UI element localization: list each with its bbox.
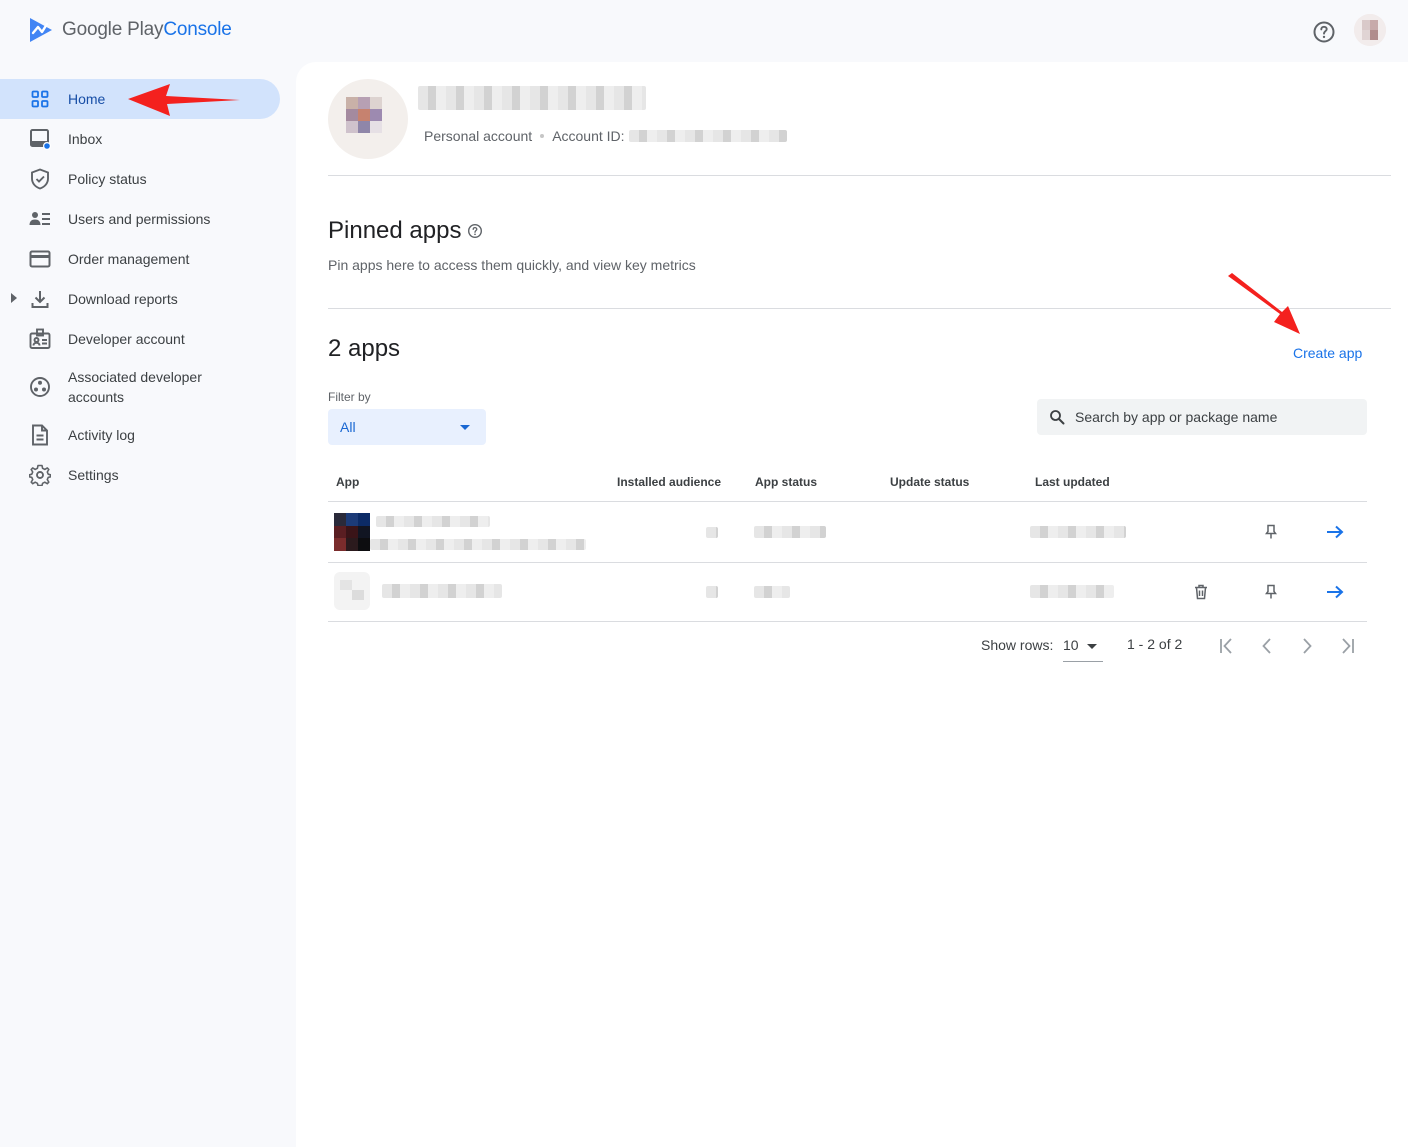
dropdown-arrow-icon	[460, 425, 470, 430]
gear-icon	[28, 463, 52, 487]
pinned-apps-title: Pinned apps	[328, 217, 462, 244]
sidebar-item-users-and-permissions[interactable]: Users and permissions	[0, 199, 296, 239]
account-id-label: Account ID:	[552, 128, 625, 144]
sidebar-nav: Home Inbox Policy status Users and permi…	[0, 79, 296, 495]
sidebar-item-label: Order management	[68, 251, 190, 267]
rows-per-page-select[interactable]: 10	[1063, 632, 1103, 662]
pagination-range: 1 - 2 of 2	[1127, 636, 1183, 652]
column-header-app[interactable]: App	[336, 475, 359, 489]
dashboard-grid-icon	[28, 87, 52, 111]
pinned-divider	[328, 308, 1391, 309]
row-divider	[328, 562, 1367, 563]
last-page-icon[interactable]	[1335, 634, 1359, 658]
sidebar-item-label: Download reports	[68, 291, 178, 307]
sidebar-item-policy-status[interactable]: Policy status	[0, 159, 296, 199]
sidebar-item-developer-account[interactable]: Developer account	[0, 319, 296, 359]
first-page-icon[interactable]	[1215, 634, 1239, 658]
installed-audience-redacted	[706, 527, 718, 538]
next-page-icon[interactable]	[1295, 634, 1319, 658]
document-icon	[28, 423, 52, 447]
sidebar-item-label: Settings	[68, 467, 119, 483]
column-header-update-status[interactable]: Update status	[890, 475, 969, 489]
installed-audience-redacted	[706, 586, 718, 598]
inbox-icon	[28, 127, 52, 151]
previous-page-icon[interactable]	[1255, 634, 1279, 658]
pin-icon[interactable]	[1259, 520, 1283, 544]
column-header-installed-audience[interactable]: Installed audience	[617, 475, 721, 489]
row-divider	[328, 621, 1367, 622]
help-circle-icon[interactable]	[467, 223, 483, 239]
filter-label: Filter by	[328, 390, 371, 404]
last-updated-redacted	[1030, 526, 1126, 538]
sidebar-item-activity-log[interactable]: Activity log	[0, 415, 296, 455]
top-app-bar: Google PlayConsole	[0, 0, 1408, 64]
sidebar-item-inbox[interactable]: Inbox	[0, 119, 296, 159]
pin-icon[interactable]	[1259, 580, 1283, 604]
pinned-apps-subtitle: Pin apps here to access them quickly, an…	[328, 257, 696, 273]
developer-name-redacted	[418, 86, 646, 110]
arrow-right-icon[interactable]	[1323, 520, 1347, 544]
logo-play-text: Play	[127, 19, 164, 40]
id-badge-icon	[28, 327, 52, 351]
app-icon	[334, 572, 370, 610]
search-box[interactable]	[1037, 399, 1367, 435]
download-icon	[28, 287, 52, 311]
header-divider	[328, 501, 1367, 502]
account-type: Personal account	[424, 128, 533, 144]
account-avatar[interactable]	[1354, 14, 1386, 46]
logo-google-text: Google	[62, 19, 123, 40]
app-status-redacted	[754, 586, 790, 598]
logo-console-text: Console	[163, 19, 232, 40]
account-id-redacted	[628, 130, 787, 142]
search-input[interactable]	[1075, 409, 1345, 425]
package-name-redacted	[370, 539, 586, 550]
credit-card-icon	[28, 247, 52, 271]
sidebar-item-label: Policy status	[68, 171, 147, 187]
app-name-redacted	[382, 584, 502, 598]
app-status-redacted	[754, 526, 826, 538]
linked-accounts-icon	[28, 375, 52, 399]
create-app-button[interactable]: Create app	[1293, 345, 1362, 361]
search-icon	[1050, 410, 1065, 425]
developer-avatar	[328, 79, 408, 159]
pinned-apps-heading: Pinned apps	[328, 217, 483, 245]
arrow-right-icon[interactable]	[1323, 580, 1347, 604]
column-header-last-updated[interactable]: Last updated	[1035, 475, 1110, 489]
help-icon[interactable]	[1312, 20, 1336, 44]
dropdown-arrow-icon	[1087, 644, 1097, 649]
app-name-redacted	[376, 516, 490, 527]
app-icon	[334, 513, 370, 551]
sidebar-item-settings[interactable]: Settings	[0, 455, 296, 495]
account-info: Personal account Account ID:	[424, 128, 787, 144]
sidebar-item-order-management[interactable]: Order management	[0, 239, 296, 279]
sidebar-item-label: Home	[68, 91, 106, 107]
main-content: Personal account Account ID: Pinned apps…	[296, 62, 1408, 1147]
sidebar-item-label: Developer account	[68, 331, 185, 347]
sidebar-item-label: Inbox	[68, 131, 103, 147]
apps-count-heading: 2 apps	[328, 335, 401, 362]
rows-per-page-value: 10	[1063, 637, 1079, 653]
last-updated-redacted	[1030, 585, 1114, 598]
sidebar-item-label: Activity log	[68, 427, 135, 443]
google-play-console-logo[interactable]: Google PlayConsole	[28, 16, 232, 44]
show-rows-label: Show rows:	[981, 637, 1054, 653]
sidebar-item-home[interactable]: Home	[0, 79, 280, 119]
shield-check-icon	[28, 167, 52, 191]
delete-icon[interactable]	[1189, 580, 1213, 604]
separator-dot	[540, 134, 545, 138]
profile-divider	[328, 175, 1391, 176]
users-list-icon	[28, 207, 52, 231]
play-console-logo-icon	[30, 18, 52, 42]
filter-dropdown[interactable]: All	[328, 409, 486, 445]
logo-text: Google PlayConsole	[62, 19, 232, 41]
expand-caret-icon[interactable]	[11, 293, 17, 303]
sidebar-item-label: Associated developer accounts	[68, 369, 202, 405]
sidebar-item-download-reports[interactable]: Download reports	[0, 279, 296, 319]
sidebar-item-associated-developer-accounts[interactable]: Associated developer accounts	[0, 359, 296, 415]
filter-selected-value: All	[340, 419, 356, 435]
sidebar-item-label: Users and permissions	[68, 211, 211, 227]
column-header-app-status[interactable]: App status	[755, 475, 817, 489]
